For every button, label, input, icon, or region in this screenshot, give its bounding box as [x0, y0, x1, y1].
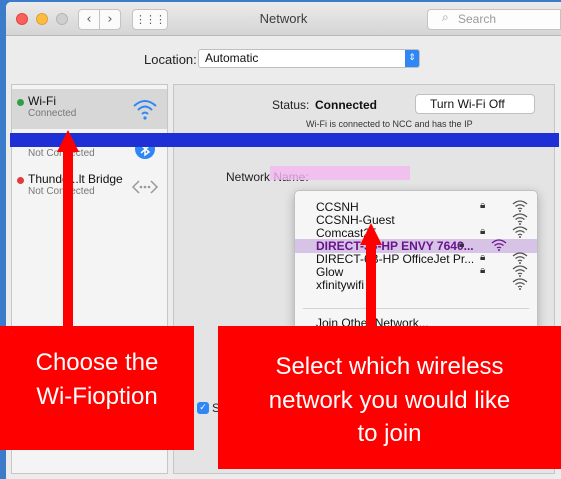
network-item[interactable]: Glow 🔒︎: [316, 265, 536, 279]
annotation-callout-select-network: Select which wireless network you would …: [218, 326, 561, 469]
service-name: Wi-Fi: [28, 94, 56, 108]
turn-wifi-off-button[interactable]: Turn Wi-Fi Off: [415, 94, 535, 114]
annotation-arrow-right: [366, 243, 376, 328]
service-item-wifi[interactable]: Wi-Fi Connected: [12, 89, 167, 129]
wifi-signal-icon: [512, 225, 528, 238]
updown-arrows-icon: ⇕: [405, 50, 419, 67]
network-name: Glow: [316, 265, 344, 279]
network-name: CCSNH-Guest: [316, 213, 395, 227]
status-description: Wi-Fi is connected to NCC and has the IP: [306, 119, 473, 129]
search-icon: ⌕: [442, 10, 449, 24]
wifi-icon: [133, 100, 157, 120]
wifi-signal-icon: [491, 238, 507, 251]
lock-icon: 🔒︎: [480, 265, 486, 276]
network-item[interactable]: CCSNH-Guest: [316, 213, 536, 227]
status-dot: [17, 177, 24, 184]
menu-divider: [303, 308, 529, 309]
service-status: Connected: [28, 108, 77, 119]
callout-line: Wi-Fioption: [36, 382, 158, 410]
annotation-arrow-left: [63, 148, 73, 328]
callout-line: network you would like: [268, 386, 511, 414]
lock-icon: 🔒︎: [480, 226, 486, 237]
annotation-arrowhead-left: [57, 130, 79, 152]
location-select[interactable]: Automatic ⇕: [198, 49, 420, 68]
annotation-callout-choose-wifi: Choose the Wi-Fioption: [0, 326, 194, 450]
lock-icon: 🔒︎: [459, 239, 465, 250]
annotation-arrowhead-right: [360, 223, 382, 245]
network-item[interactable]: DIRECT-6B-HP OfficeJet Pr... 🔒︎: [316, 252, 536, 266]
wifi-signal-icon: [512, 277, 528, 290]
network-item[interactable]: CCSNH 🔒︎: [316, 200, 536, 214]
lock-icon: 🔒︎: [480, 252, 486, 263]
thunderbolt-bridge-icon: [131, 180, 159, 194]
lock-icon: 🔒︎: [480, 200, 486, 211]
image-glitch-bar: [10, 133, 559, 147]
service-status: Not Connected: [28, 186, 95, 197]
network-name: CCSNH: [316, 200, 359, 214]
image-glitch-bar: [270, 166, 410, 180]
service-name: Thunde...lt Bridge: [28, 172, 123, 186]
status-dot: [17, 99, 24, 106]
status-label: Status:: [272, 98, 310, 112]
network-item[interactable]: xfinitywifi: [316, 278, 536, 292]
wifi-signal-icon: [512, 212, 528, 225]
network-name: xfinitywifi: [316, 278, 365, 292]
location-value: Automatic: [205, 51, 259, 65]
callout-line: to join: [357, 420, 422, 448]
network-dropdown: CCSNH 🔒︎ CCSNH-Guest Comcast25 🔒︎ DIRECT-35-H…: [294, 190, 538, 336]
wifi-signal-icon: [512, 199, 528, 212]
callout-line: Choose the: [35, 349, 159, 376]
search-placeholder: Search: [458, 12, 497, 26]
title-bar: ‹ › ⋮⋮⋮ Network ⌕ Search: [6, 2, 561, 36]
wifi-signal-icon: [512, 264, 528, 277]
network-item[interactable]: DIRECT-35-HP ENVY 7640... 🔒︎: [295, 239, 537, 253]
network-name: DIRECT-35-HP ENVY 7640...: [316, 239, 474, 253]
wifi-signal-icon: [512, 251, 528, 264]
location-label: Location:: [144, 52, 197, 67]
network-name: DIRECT-6B-HP OfficeJet Pr...: [316, 252, 475, 266]
status-value: Connected: [315, 98, 378, 112]
ask-to-join-checkbox[interactable]: ✓: [197, 402, 209, 414]
callout-line: Select which wireless: [275, 353, 504, 380]
search-field[interactable]: ⌕ Search: [427, 9, 561, 30]
service-item-thunderbolt-bridge[interactable]: Thunde...lt Bridge Not Connected: [12, 167, 167, 207]
